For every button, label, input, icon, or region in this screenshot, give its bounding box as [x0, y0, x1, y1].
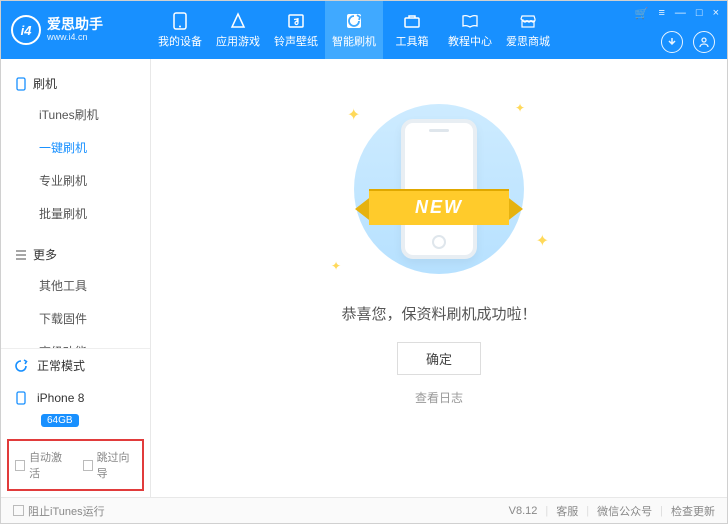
sidebar-group-title: 更多	[33, 246, 57, 263]
sparkle-icon: ✦	[515, 101, 525, 115]
user-icon[interactable]	[693, 31, 715, 53]
sidebar-item-download-firmware[interactable]: 下载固件	[1, 302, 150, 335]
checkbox-icon	[83, 460, 93, 471]
menu-icon[interactable]: ≡	[658, 7, 664, 20]
app-logo: i4 爱思助手 www.i4.cn	[1, 1, 151, 59]
nav-label: 应用游戏	[216, 33, 260, 49]
storage-badge: 64GB	[41, 414, 79, 427]
nav-label: 工具箱	[396, 33, 429, 49]
sidebar-group-more: 更多	[1, 240, 150, 269]
cart-icon[interactable]: 🛒	[635, 7, 649, 20]
device-status-panel: 正常模式 iPhone 8 64GB	[1, 348, 150, 435]
sidebar: 刷机 iTunes刷机 一键刷机 专业刷机 批量刷机 更多 其他工具 下载固件 …	[1, 59, 151, 497]
phone-small-icon	[13, 390, 29, 406]
nav-store[interactable]: 爱思商城	[499, 1, 557, 59]
apps-icon	[228, 12, 248, 30]
flash-options-highlight: 自动激活 跳过向导	[7, 439, 144, 491]
close-button[interactable]: ×	[713, 7, 719, 20]
checkbox-label: 跳过向导	[97, 449, 136, 481]
window-controls: 🛒 ≡ — □ ×	[635, 7, 719, 20]
nav-label: 爱思商城	[506, 33, 550, 49]
ribbon-text: NEW	[369, 189, 509, 225]
nav-label: 智能刷机	[332, 33, 376, 49]
sidebar-item-pro-flash[interactable]: 专业刷机	[1, 164, 150, 197]
sidebar-item-other-tools[interactable]: 其他工具	[1, 269, 150, 302]
checkbox-label: 阻止iTunes运行	[28, 503, 105, 519]
brand-url: www.i4.cn	[47, 33, 103, 43]
sidebar-item-batch-flash[interactable]: 批量刷机	[1, 197, 150, 230]
sidebar-group-title: 刷机	[33, 75, 57, 92]
checkbox-skip-guide[interactable]: 跳过向导	[83, 449, 137, 481]
nav-toolbox[interactable]: 工具箱	[383, 1, 441, 59]
refresh-icon	[13, 358, 29, 374]
app-header: i4 爱思助手 www.i4.cn 我的设备 应用游戏 铃声壁纸 智能刷机	[1, 1, 727, 59]
main-content: ✦ ✦ ✦ ✦ NEW 恭喜您，保资料刷机成功啦！ 确定 查看日志	[151, 59, 727, 497]
nav-label: 铃声壁纸	[274, 33, 318, 49]
nav-my-device[interactable]: 我的设备	[151, 1, 209, 59]
sidebar-group-flash: 刷机	[1, 69, 150, 98]
flash-icon	[344, 12, 364, 30]
device-icon	[170, 12, 190, 30]
footer-link-wechat[interactable]: 微信公众号	[597, 503, 652, 519]
checkbox-icon	[15, 460, 25, 471]
checkbox-auto-activate[interactable]: 自动激活	[15, 449, 69, 481]
new-ribbon: NEW	[349, 181, 529, 231]
nav-label: 我的设备	[158, 33, 202, 49]
footer-link-support[interactable]: 客服	[556, 503, 578, 519]
nav-ringtones[interactable]: 铃声壁纸	[267, 1, 325, 59]
logo-icon: i4	[11, 15, 41, 45]
status-bar: 阻止iTunes运行 V8.12 | 客服 | 微信公众号 | 检查更新	[1, 497, 727, 523]
sidebar-item-advanced[interactable]: 高级功能	[1, 335, 150, 348]
nav-flash[interactable]: 智能刷机	[325, 1, 383, 59]
success-illustration: ✦ ✦ ✦ ✦ NEW	[319, 99, 559, 279]
footer-link-update[interactable]: 检查更新	[671, 503, 715, 519]
ok-button[interactable]: 确定	[397, 342, 481, 375]
book-icon	[460, 12, 480, 30]
sparkle-icon: ✦	[331, 259, 341, 273]
version-label: V8.12	[509, 505, 538, 517]
sparkle-icon: ✦	[536, 231, 549, 251]
sidebar-item-itunes-flash[interactable]: iTunes刷机	[1, 98, 150, 131]
store-icon	[518, 12, 538, 30]
status-mode[interactable]: 正常模式	[1, 349, 150, 382]
sidebar-item-onekey-flash[interactable]: 一键刷机	[1, 131, 150, 164]
brand-name: 爱思助手	[47, 17, 103, 32]
nav-label: 教程中心	[448, 33, 492, 49]
menu-lines-icon	[15, 249, 27, 261]
nav-tutorials[interactable]: 教程中心	[441, 1, 499, 59]
success-message: 恭喜您，保资料刷机成功啦！	[341, 303, 536, 324]
download-icon[interactable]	[661, 31, 683, 53]
phone-icon	[15, 78, 27, 90]
music-icon	[286, 12, 306, 30]
status-device-name: iPhone 8	[37, 391, 84, 405]
checkbox-label: 自动激活	[29, 449, 68, 481]
checkbox-icon	[13, 505, 24, 516]
minimize-button[interactable]: —	[675, 7, 686, 20]
nav-apps[interactable]: 应用游戏	[209, 1, 267, 59]
status-mode-label: 正常模式	[37, 357, 85, 374]
toolbox-icon	[402, 12, 422, 30]
view-log-link[interactable]: 查看日志	[415, 389, 463, 406]
sparkle-icon: ✦	[347, 105, 360, 125]
maximize-button[interactable]: □	[696, 7, 703, 20]
checkbox-block-itunes[interactable]: 阻止iTunes运行	[13, 503, 105, 519]
status-device[interactable]: iPhone 8	[1, 382, 150, 414]
